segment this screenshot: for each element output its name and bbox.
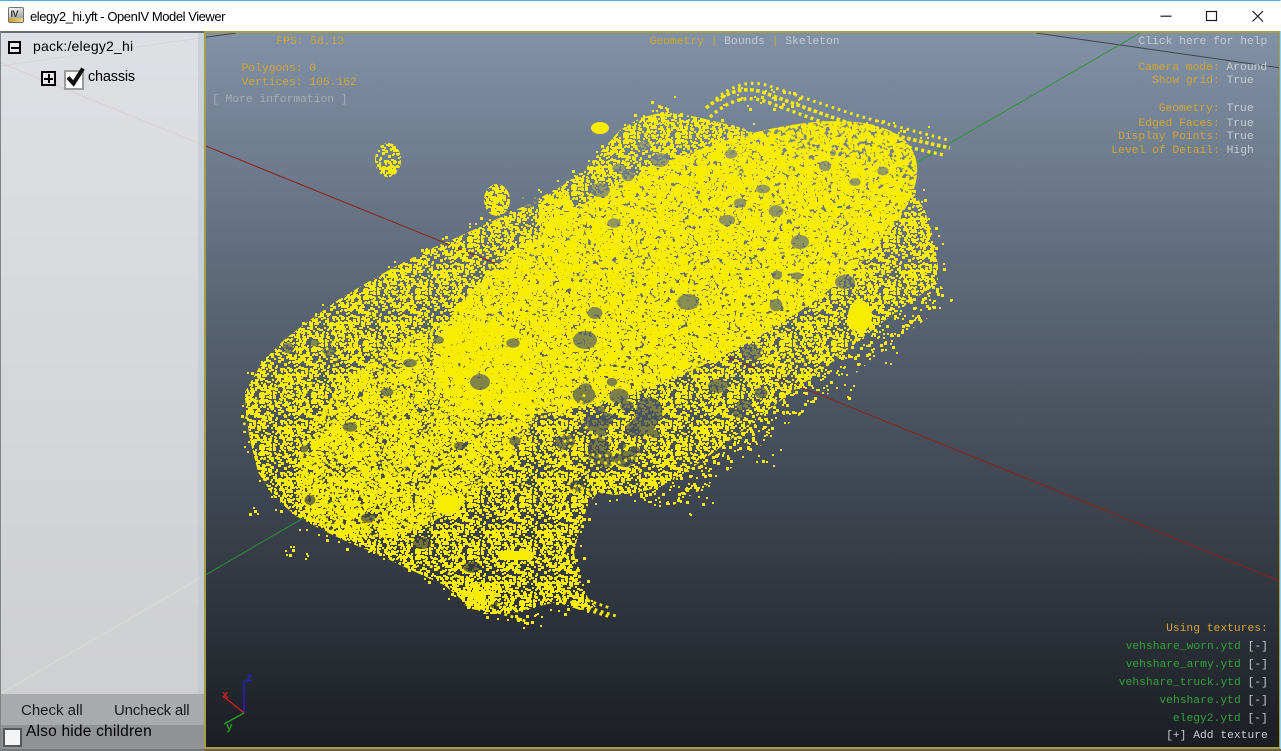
svg-text:y: y — [226, 722, 233, 734]
svg-text:x: x — [222, 690, 229, 702]
svg-text:z: z — [246, 673, 253, 685]
